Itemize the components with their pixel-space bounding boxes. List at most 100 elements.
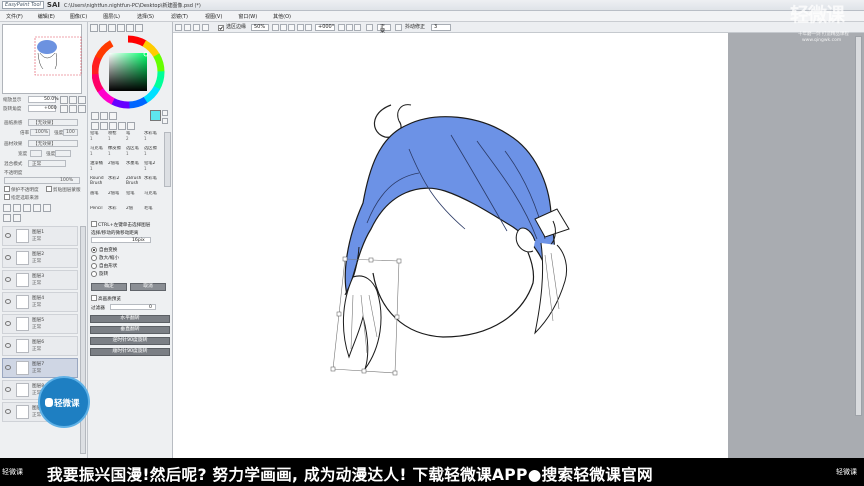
zoom-select[interactable]: 50% xyxy=(251,24,269,31)
brush-slot[interactable]: 笔2 xyxy=(126,131,144,145)
hand-tool-icon[interactable] xyxy=(118,122,126,130)
layer-row[interactable]: 图层1 正常 xyxy=(2,226,78,246)
zoom-fit-icon[interactable] xyxy=(78,96,86,104)
filter-slider[interactable]: 0 xyxy=(110,304,156,310)
canvas-scroll-area[interactable] xyxy=(728,33,864,458)
rotate-right-icon[interactable] xyxy=(305,24,312,31)
brush-slot[interactable]: 水彩笔 1 xyxy=(144,131,162,145)
brush-slot[interactable]: 选区擦 1 xyxy=(144,146,162,160)
new-layer-icon[interactable] xyxy=(3,204,11,212)
stabilizer-icon[interactable] xyxy=(395,24,402,31)
selection-source-checkbox[interactable] xyxy=(4,194,10,200)
opacity-slider[interactable]: 100% xyxy=(4,177,80,184)
hsv-slider-tab-icon[interactable] xyxy=(108,24,116,32)
magic-wand-icon[interactable] xyxy=(109,112,117,120)
color-wheel-tab-icon[interactable] xyxy=(90,24,98,32)
eye-icon[interactable] xyxy=(5,255,11,260)
eye-icon[interactable] xyxy=(5,321,11,326)
effect-width-input[interactable] xyxy=(30,150,42,157)
swatch-tab-icon[interactable] xyxy=(117,24,125,32)
layer-row[interactable]: 图层6 正常 xyxy=(2,336,78,356)
brush-scrollbar[interactable] xyxy=(164,132,171,187)
brush-slot[interactable]: Pencil xyxy=(90,206,108,220)
free-transform-radio[interactable] xyxy=(91,247,97,253)
rotate-ccw-button[interactable]: 逆时针90度旋转 xyxy=(90,337,170,345)
texture-select[interactable]: 【无效果】 xyxy=(28,119,78,126)
new-linework-icon[interactable] xyxy=(13,204,21,212)
move-tool-icon[interactable] xyxy=(91,122,99,130)
brush-slot[interactable]: 毛笔 xyxy=(144,206,162,220)
flip-canvas-icon[interactable] xyxy=(346,24,353,31)
menu-other[interactable]: 其他(O) xyxy=(271,13,293,20)
rgb-slider-tab-icon[interactable] xyxy=(99,24,107,32)
transfer-down-icon[interactable] xyxy=(3,214,11,222)
scale-select[interactable]: 100% xyxy=(30,129,50,136)
brush-slot[interactable]: 喷枪 1 xyxy=(108,131,126,145)
effect-strength-input[interactable] xyxy=(55,150,71,157)
layer-row[interactable]: 图层5 正常 xyxy=(2,314,78,334)
select-all-icon[interactable] xyxy=(175,24,182,31)
merge-down-icon[interactable] xyxy=(33,204,41,212)
rotate-left-icon[interactable] xyxy=(297,24,304,31)
layer-row[interactable]: 图层2 正常 xyxy=(2,248,78,268)
zoom-tool-icon[interactable] xyxy=(100,122,108,130)
swap-color-icon[interactable] xyxy=(162,110,168,116)
brush-slot[interactable]: 铅笔2 1 xyxy=(144,161,162,175)
distort-radio[interactable] xyxy=(91,263,97,269)
flip-vertical-button[interactable]: 垂直翻转 xyxy=(90,326,170,334)
menu-image[interactable]: 图像(C) xyxy=(68,13,89,20)
vertical-scrollbar[interactable] xyxy=(855,36,862,416)
navigator-preview[interactable] xyxy=(2,24,82,94)
rotate-tool-icon[interactable] xyxy=(109,122,117,130)
nudge-distance-slider[interactable]: 16pix xyxy=(91,237,151,243)
rotate-canvas-icon[interactable] xyxy=(354,24,361,31)
effect-select[interactable]: 【无效果】 xyxy=(28,140,78,147)
ctrl-select-checkbox[interactable] xyxy=(91,221,97,227)
eye-icon[interactable] xyxy=(5,365,11,370)
invert-selection-icon[interactable] xyxy=(193,24,200,31)
zoom-minus-icon[interactable] xyxy=(60,96,68,104)
brush-slot[interactable]: 2值笔 xyxy=(108,161,126,175)
deselect-icon[interactable] xyxy=(184,24,191,31)
menu-select[interactable]: 选择(S) xyxy=(135,13,156,20)
mode-icon[interactable] xyxy=(366,24,373,31)
clip-group-checkbox[interactable] xyxy=(46,186,52,192)
brush-slot[interactable]: 铅笔 xyxy=(126,191,144,205)
selection-tool-icon[interactable] xyxy=(91,112,99,120)
new-folder-icon[interactable] xyxy=(23,204,31,212)
rotate-radio[interactable] xyxy=(91,271,97,277)
layer-row[interactable]: 图层4 正常 xyxy=(2,292,78,312)
brush-slot[interactable]: 2值 xyxy=(126,206,144,220)
clear-layer-icon[interactable] xyxy=(43,204,51,212)
brush-slot[interactable]: ZBrush Brush xyxy=(126,176,144,190)
show-selection-icon[interactable] xyxy=(202,24,209,31)
strength-input[interactable]: 100 xyxy=(63,129,78,136)
delete-layer-icon[interactable] xyxy=(13,214,21,222)
brush-slot[interactable]: 选区笔 1 xyxy=(126,146,144,160)
eye-icon[interactable] xyxy=(5,277,11,282)
brush-slot[interactable]: 马克笔 1 xyxy=(90,146,108,160)
layer-row-selected[interactable]: 图层7 正常 xyxy=(2,358,78,378)
stabilizer-select[interactable]: 3 xyxy=(431,24,451,31)
scale-radio[interactable] xyxy=(91,255,97,261)
scratchpad-tab-icon[interactable] xyxy=(126,24,134,32)
brush-slot[interactable]: 水墨笔 xyxy=(126,161,144,175)
rotate-ccw-icon[interactable] xyxy=(60,105,68,113)
antialias-checkbox[interactable] xyxy=(218,25,224,31)
drawing-canvas[interactable] xyxy=(173,33,728,458)
menu-view[interactable]: 视图(V) xyxy=(203,13,224,20)
protect-alpha-checkbox[interactable] xyxy=(4,186,10,192)
brush-slot[interactable]: 水彩2 xyxy=(108,176,126,190)
eye-icon[interactable] xyxy=(5,299,11,304)
rotate-cw-icon[interactable] xyxy=(69,105,77,113)
menu-window[interactable]: 窗口(W) xyxy=(236,13,259,20)
rotate-reset-icon[interactable] xyxy=(338,24,345,31)
eye-icon[interactable] xyxy=(5,409,11,414)
brush-slot[interactable]: 橡皮擦 1 xyxy=(108,146,126,160)
lasso-tool-icon[interactable] xyxy=(100,112,108,120)
eyedropper-icon[interactable] xyxy=(127,122,135,130)
blend-mode-select[interactable]: 正常 xyxy=(377,24,391,35)
layer-row[interactable]: 图层3 正常 xyxy=(2,270,78,290)
high-quality-checkbox[interactable] xyxy=(91,295,97,301)
brush-slot[interactable]: 画笔 xyxy=(90,191,108,205)
